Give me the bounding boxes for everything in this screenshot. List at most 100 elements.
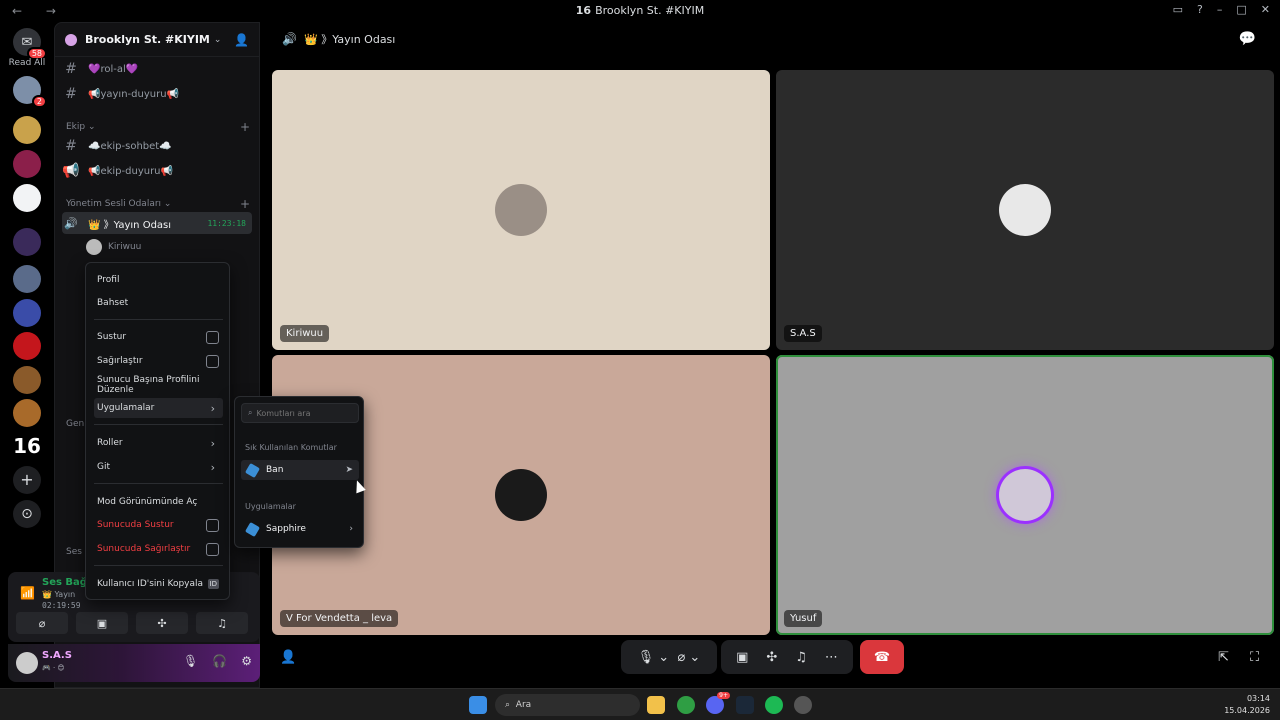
invite-icon[interactable]: 👤: [234, 33, 249, 47]
voice-status[interactable]: Ses Bağl: [42, 577, 90, 588]
menu-item-copy-id[interactable]: Kullanıcı ID'sini Kopyala ID: [94, 574, 223, 594]
help-icon[interactable]: ?: [1197, 3, 1203, 16]
minimize-button[interactable]: –: [1217, 3, 1223, 16]
read-all-button[interactable]: Read All: [0, 58, 54, 68]
search-input[interactable]: [256, 408, 353, 418]
chat-icon[interactable]: 💬: [1239, 31, 1256, 47]
checkbox[interactable]: [206, 354, 219, 368]
menu-item-deafen[interactable]: Sağırlaştır: [94, 351, 223, 371]
participant-name: S.A.S: [784, 325, 822, 342]
channel-ekip-sohbet[interactable]: # ☁️ekip-sohbet☁️: [62, 135, 252, 157]
guild-header[interactable]: Brooklyn St. #KIYIM ⌄ 👤: [55, 23, 259, 57]
server-icon-7[interactable]: [13, 299, 41, 327]
chevron-right-icon: ›: [349, 524, 353, 534]
start-icon[interactable]: [469, 696, 487, 714]
participant-tile[interactable]: Kiriwuu: [272, 70, 770, 350]
menu-item-edit-profile[interactable]: Sunucu Başına Profilini Düzenle: [94, 375, 223, 395]
category-yonetim[interactable]: Yönetim Sesli Odaları ⌄ +: [66, 197, 250, 211]
server-icon-6[interactable]: [13, 265, 41, 293]
category-ekip[interactable]: Ekip ⌄ +: [66, 120, 250, 134]
menu-item-server-deafen[interactable]: Sunucuda Sağırlaştır: [94, 539, 223, 559]
invite-to-call-icon[interactable]: 👤: [280, 640, 296, 674]
announcement-icon: 📢: [62, 163, 80, 179]
menu-item-server-mute[interactable]: Sunucuda Sustur: [94, 515, 223, 535]
server-icon-9[interactable]: [13, 366, 41, 394]
clock-date: 15.04.2026: [1224, 706, 1270, 715]
app-sapphire[interactable]: Sapphire ›: [241, 519, 359, 539]
hang-up-button[interactable]: ☎: [860, 640, 904, 674]
soundboard-button[interactable]: ♫: [196, 612, 248, 634]
camera-off-button[interactable]: ⌀: [16, 612, 68, 634]
menu-label: Sunucuda Sağırlaştır: [97, 544, 191, 554]
steam-icon[interactable]: [736, 696, 754, 714]
screen-share-button[interactable]: ▣: [76, 612, 128, 634]
channel-yayin-duyuru[interactable]: # 📢yayın-duyuru📢: [62, 83, 252, 105]
taskbar-search[interactable]: ⌕ Ara: [495, 694, 640, 716]
server-icon-3[interactable]: [13, 150, 41, 178]
menu-item-go[interactable]: Git ›: [94, 457, 223, 477]
discover-icon[interactable]: ⊙: [13, 500, 41, 528]
menu-item-profile[interactable]: Profil: [94, 270, 223, 290]
server-icon-2[interactable]: [13, 116, 41, 144]
chrome-icon[interactable]: [677, 696, 695, 714]
divider: [94, 483, 223, 484]
menu-item-apps[interactable]: Uygulamalar ›: [94, 398, 223, 418]
activities-icon[interactable]: ✣: [766, 650, 777, 665]
camera-off-icon[interactable]: ⌀ ⌄: [677, 650, 700, 665]
dm-home-button[interactable]: ✉ 58: [13, 28, 47, 60]
activities-button[interactable]: ✣: [136, 612, 188, 634]
checkbox[interactable]: [206, 542, 219, 556]
server-icon-4[interactable]: [13, 184, 41, 212]
menu-item-mention[interactable]: Bahset: [94, 293, 223, 313]
more-icon[interactable]: ⋯: [825, 650, 838, 665]
soundboard-icon[interactable]: ♫: [795, 650, 807, 665]
add-channel-icon[interactable]: +: [240, 197, 250, 211]
fullscreen-icon[interactable]: ⛶: [1250, 640, 1259, 674]
server-icon-16[interactable]: 16: [13, 432, 41, 460]
app-icon[interactable]: [794, 696, 812, 714]
main-header: 🔊 👑 》Yayın Odası 💬: [272, 22, 1272, 56]
category-label: Ekip: [66, 122, 86, 132]
voice-member[interactable]: Kiriwuu: [86, 239, 141, 255]
channel-ekip-duyuru[interactable]: 📢 📢ekip-duyuru📢: [62, 160, 252, 182]
close-button[interactable]: ✕: [1261, 3, 1270, 16]
checkbox[interactable]: [206, 518, 219, 532]
checkbox[interactable]: [206, 330, 219, 344]
screen-share-icon[interactable]: ▣: [736, 650, 748, 665]
menu-item-mod-view[interactable]: Mod Görünümünde Aç: [94, 492, 223, 512]
server-icon-8[interactable]: [13, 332, 41, 360]
avatar: [86, 239, 102, 255]
search-icon: ⌕: [505, 700, 511, 710]
divider: [94, 319, 223, 320]
discord-icon[interactable]: 9+: [706, 692, 730, 714]
send-icon[interactable]: ➤: [345, 465, 353, 475]
command-search[interactable]: ⌕: [241, 403, 359, 423]
microphone-icon[interactable]: 🎙 ⌄: [638, 650, 670, 665]
server-icon-1[interactable]: 2: [13, 76, 47, 108]
server-icon-10[interactable]: [13, 399, 41, 427]
spotify-icon[interactable]: [765, 696, 783, 714]
command-ban[interactable]: Ban ➤: [241, 460, 359, 480]
participant-tile[interactable]: S.A.S: [776, 70, 1274, 350]
add-channel-icon[interactable]: +: [240, 120, 250, 134]
divider: [94, 424, 223, 425]
participant-name: V For Vendetta _ leva: [280, 610, 399, 627]
menu-item-mute[interactable]: Sustur: [94, 327, 223, 347]
signal-icon: 📶: [20, 586, 35, 600]
maximize-button[interactable]: □: [1236, 3, 1246, 16]
file-explorer-icon[interactable]: [647, 696, 665, 714]
clock[interactable]: 03:14 15.04.2026: [1224, 693, 1270, 717]
participant-tile[interactable]: Yusuf: [776, 355, 1274, 635]
chevron-right-icon: ›: [210, 436, 215, 450]
voice-channel[interactable]: 👑 Yayın: [42, 590, 75, 599]
server-icon-5[interactable]: [13, 228, 41, 256]
inbox-icon[interactable]: ▭: [1173, 3, 1183, 16]
popout-icon[interactable]: ⇱: [1218, 640, 1229, 674]
window-title-prefix: 16: [575, 4, 592, 17]
call-actions: ▣ ✣ ♫ ⋯: [721, 640, 853, 674]
menu-item-roles[interactable]: Roller ›: [94, 433, 223, 453]
taskbar-badge: 9+: [717, 692, 730, 699]
channel-rol-al[interactable]: # 💜rol-al💜: [62, 58, 252, 80]
channel-yayin-odasi[interactable]: 🔊 👑 》Yayın Odası 11:23:18: [62, 212, 252, 234]
add-server-button[interactable]: +: [13, 466, 41, 494]
